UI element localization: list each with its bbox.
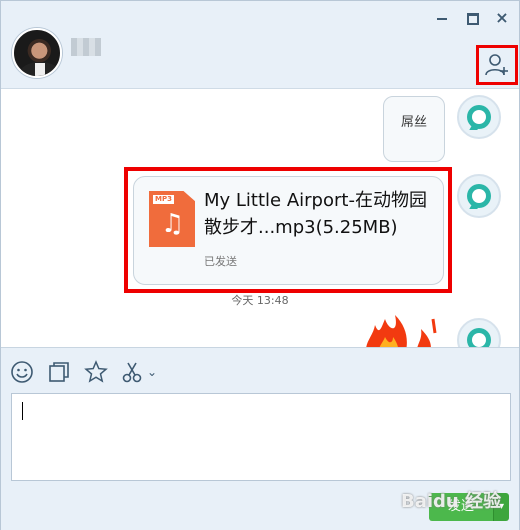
favorite-button[interactable] — [84, 360, 108, 384]
message-timestamp: 今天 13:48 — [231, 294, 289, 307]
fire-emoji-icon — [366, 315, 437, 347]
chevron-down-icon[interactable]: ⌄ — [147, 365, 157, 379]
music-note-icon: ♫ — [161, 209, 185, 239]
screenshot-window-button[interactable] — [47, 360, 71, 384]
minimize-icon[interactable] — [433, 9, 451, 27]
avatar-shirt — [35, 63, 45, 76]
chat-header: × — [1, 1, 519, 89]
mp3-file-icon: MP3 ♫ — [149, 191, 195, 247]
add-user-button[interactable] — [476, 45, 518, 85]
maximize-icon[interactable] — [463, 9, 481, 27]
file-message-card[interactable]: MP3 ♫ My Little Airport-在动物园散步才...mp3(5.… — [133, 176, 444, 285]
favorite-star-icon — [84, 360, 108, 383]
sender-avatar[interactable] — [457, 174, 501, 218]
text-message-bubble[interactable]: 屌丝 — [383, 96, 445, 162]
scissors-icon — [122, 362, 142, 383]
add-user-icon — [485, 54, 508, 76]
compose-toolbar: ⌄ — [1, 347, 519, 393]
contact-avatar[interactable] — [12, 28, 62, 78]
qq-logo-icon — [467, 328, 491, 347]
file-ext-label: MP3 — [153, 195, 174, 204]
screenshot-window-icon — [49, 362, 69, 382]
text-caret — [22, 402, 23, 420]
sender-avatar[interactable] — [457, 95, 501, 139]
sender-avatar[interactable] — [457, 318, 501, 347]
contact-name-blurred — [71, 38, 101, 56]
baidu-watermark: Baidu 经验 — [401, 491, 502, 512]
close-icon[interactable]: × — [493, 9, 511, 27]
highlighted-file-message: MP3 ♫ My Little Airport-在动物园散步才...mp3(5.… — [124, 167, 452, 293]
message-input[interactable] — [11, 393, 511, 481]
emoji-icon — [11, 361, 33, 383]
chat-window: × 屌丝 MP3 ♫ My Little Airport-在动物园散步才...m… — [0, 0, 520, 530]
emoji-button[interactable] — [10, 360, 34, 384]
screenshot-button[interactable]: ⌄ — [121, 360, 157, 384]
window-controls: × — [433, 9, 511, 27]
message-list[interactable]: 屌丝 MP3 ♫ My Little Airport-在动物园散步才...mp3… — [1, 90, 519, 347]
file-name[interactable]: My Little Airport-在动物园散步才...mp3(5.25MB) — [204, 187, 440, 241]
file-status: 已发送 — [204, 255, 237, 268]
